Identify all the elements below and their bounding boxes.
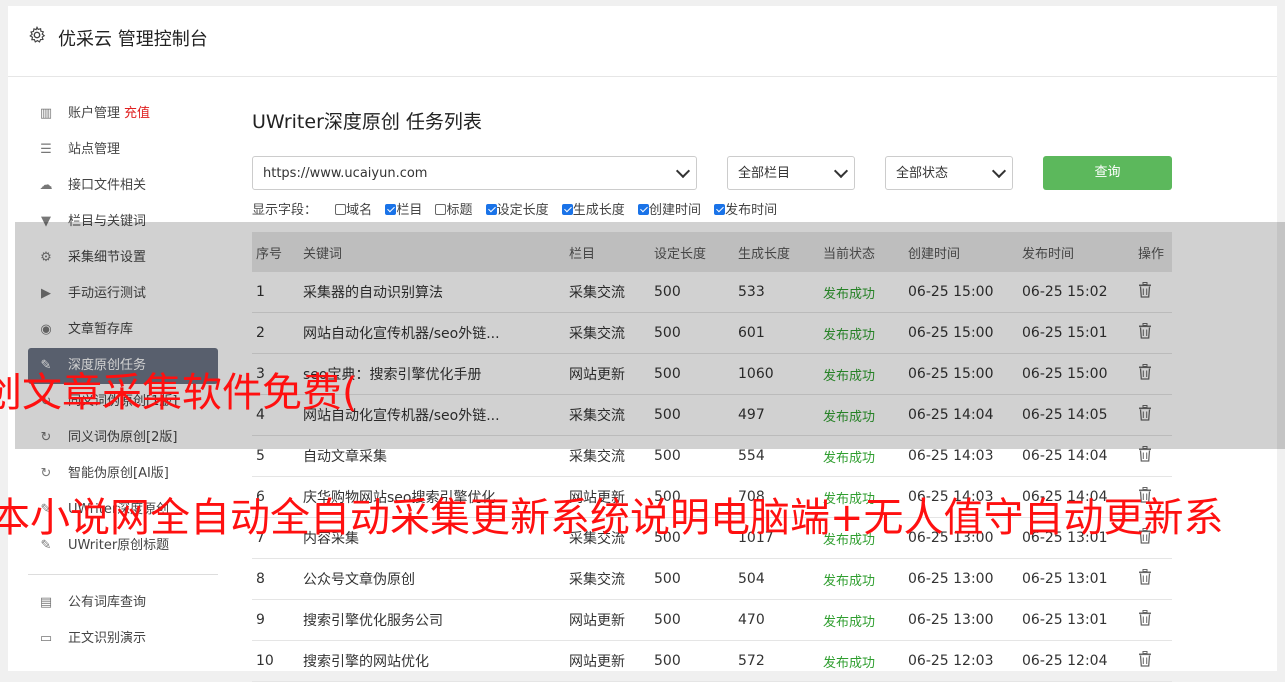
column-select[interactable]: 全部栏目 — [727, 156, 855, 190]
table-cell: 网站更新 — [565, 599, 650, 641]
table-cell: 504 — [734, 558, 819, 600]
book-icon: ▤ — [39, 595, 53, 610]
table-cell: 06-25 13:00 — [904, 558, 1018, 600]
checkbox-label: 域名 — [346, 203, 373, 218]
query-button[interactable]: 查询 — [1043, 156, 1172, 190]
checkbox[interactable] — [435, 204, 447, 215]
site-select[interactable]: https://www.ucaiyun.com — [252, 156, 697, 190]
checkbox[interactable] — [335, 204, 347, 215]
checkbox-label: 栏目 — [396, 203, 423, 218]
checkbox[interactable] — [485, 204, 497, 215]
field-checkbox-column[interactable]: 栏目 — [385, 202, 422, 220]
site-select-value: https://www.ucaiyun.com — [263, 166, 428, 181]
checkbox-label: 创建时间 — [648, 203, 701, 218]
chevron-down-icon — [675, 163, 691, 179]
table-cell: 06-25 13:00 — [904, 599, 1018, 641]
sidebar-item-label: 接口文件相关 — [68, 178, 147, 193]
table-cell: 采集交流 — [565, 558, 650, 600]
checkbox-label: 设定长度 — [496, 203, 549, 218]
table-cell: 06-25 13:01 — [1018, 599, 1134, 641]
checkbox[interactable] — [385, 204, 397, 215]
checkbox[interactable] — [637, 204, 649, 215]
table-cell: 06-25 12:03 — [904, 640, 1018, 682]
table-cell: 8 — [252, 558, 299, 600]
sidebar-divider — [28, 574, 218, 575]
trash-icon[interactable] — [1138, 569, 1152, 585]
table-cell: 572 — [734, 640, 819, 682]
status-select-value: 全部状态 — [896, 166, 949, 181]
gear-icon — [29, 26, 46, 43]
table-cell: 500 — [650, 599, 734, 641]
app-title: 优采云 管理控制台 — [58, 29, 208, 50]
field-checkbox-create-time[interactable]: 创建时间 — [637, 202, 701, 220]
checkbox[interactable] — [714, 204, 726, 215]
watermark-text-2: 本小说网全自动全自动采集更新系统说明电脑端+无人值守自动更新系 — [0, 495, 1224, 541]
sidebar-item-label: 智能伪原创[AI版] — [68, 466, 169, 481]
table-cell: 470 — [734, 599, 819, 641]
table-cell: 网站更新 — [565, 640, 650, 682]
field-checkbox-gen-length[interactable]: 生成长度 — [561, 202, 625, 220]
page-title: UWriter深度原创 任务列表 — [252, 111, 482, 133]
sidebar-item-interface-files[interactable]: ☁ 接口文件相关 — [28, 168, 218, 204]
status-cell: 发布成功 — [819, 558, 904, 600]
trash-icon[interactable] — [1138, 651, 1152, 667]
recharge-link[interactable]: 充值 — [124, 106, 150, 121]
action-cell — [1134, 599, 1172, 641]
status-cell: 发布成功 — [819, 599, 904, 641]
sidebar-item-label: 公有词库查询 — [68, 595, 147, 610]
sidebar-item-label: 正文识别演示 — [68, 631, 147, 646]
table-cell: 9 — [252, 599, 299, 641]
action-cell — [1134, 558, 1172, 600]
server-icon: ☰ — [40, 142, 52, 157]
checkbox-label: 标题 — [446, 203, 473, 218]
column-select-value: 全部栏目 — [738, 166, 791, 181]
table-row: 9 搜索引擎优化服务公司 网站更新 500 470 发布成功 06-25 13:00 06-2… — [252, 599, 1172, 641]
field-checkbox-title[interactable]: 标题 — [435, 202, 472, 220]
monitor-icon: ▭ — [39, 631, 53, 646]
sidebar-item-text-recognition[interactable]: ▭ 正文识别演示 — [28, 621, 218, 657]
top-header: 优采云 管理控制台 — [8, 6, 1277, 77]
table-row: 8 公众号文章伪原创 采集交流 500 504 发布成功 06-25 13:00 06-25 … — [252, 558, 1172, 600]
table-cell: 搜索引擎的网站优化 — [299, 640, 565, 682]
table-cell: 500 — [650, 558, 734, 600]
checkbox-label: 发布时间 — [725, 203, 778, 218]
table-cell: 06-25 13:01 — [1018, 558, 1134, 600]
cloud-upload-icon: ☁ — [39, 178, 53, 193]
sidebar-item-sites[interactable]: ☰ 站点管理 — [28, 132, 218, 168]
table-cell: 搜索引擎优化服务公司 — [299, 599, 565, 641]
trash-icon[interactable] — [1138, 610, 1152, 626]
status-cell: 发布成功 — [819, 640, 904, 682]
display-fields: 显示字段： 域名 栏目 标题 设定长度 生成长度 创建时间 发布时间 — [252, 202, 786, 220]
watermark-text-1: 创文章采集软件免费( — [0, 370, 358, 416]
field-checkbox-publish-time[interactable]: 发布时间 — [714, 202, 777, 220]
field-checkbox-set-length[interactable]: 设定长度 — [485, 202, 549, 220]
chevron-down-icon — [833, 163, 849, 179]
status-select[interactable]: 全部状态 — [885, 156, 1013, 190]
refresh-icon: ↻ — [40, 466, 52, 481]
table-row: 10 搜索引擎的网站优化 网站更新 500 572 发布成功 06-25 12:03 06-2… — [252, 640, 1172, 682]
action-cell — [1134, 640, 1172, 682]
table-cell: 10 — [252, 640, 299, 682]
display-fields-label: 显示字段： — [252, 203, 318, 218]
checkbox-label: 生成长度 — [572, 203, 625, 218]
sidebar-item-label: 账户管理 — [68, 106, 121, 121]
sidebar-item-public-lexicon[interactable]: ▤ 公有词库查询 — [28, 585, 218, 621]
table-cell: 500 — [650, 640, 734, 682]
chevron-down-icon — [991, 163, 1007, 179]
field-checkbox-domain[interactable]: 域名 — [335, 202, 372, 220]
bar-chart-icon: ▥ — [39, 106, 53, 121]
checkbox[interactable] — [561, 204, 573, 215]
sidebar-item-account[interactable]: ▥ 账户管理 充值 — [28, 96, 218, 132]
table-cell: 06-25 12:04 — [1018, 640, 1134, 682]
sidebar-item-label: 站点管理 — [68, 142, 121, 157]
table-cell: 公众号文章伪原创 — [299, 558, 565, 600]
